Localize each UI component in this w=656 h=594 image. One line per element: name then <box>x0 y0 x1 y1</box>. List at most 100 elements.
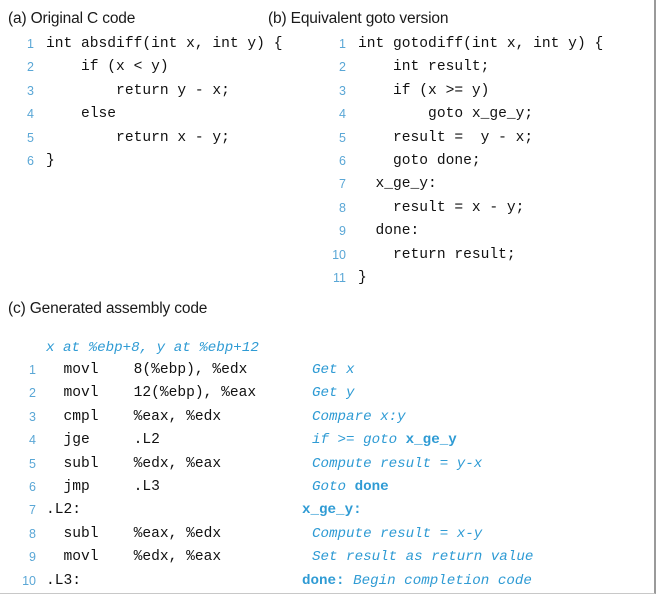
code-text: movl 12(%ebp), %eax <box>46 385 257 402</box>
figure-container: (a) Original C code (b) Equivalent goto … <box>0 0 656 594</box>
code-row: 6 goto done; <box>324 150 644 173</box>
code-row: 7 .L2: x_ge_y: <box>12 499 652 522</box>
line-number: 1 <box>27 37 34 51</box>
line-number: 3 <box>29 409 36 424</box>
line-number: 8 <box>29 526 36 541</box>
code-comment: Compute result = x-y <box>312 523 482 546</box>
code-text: jmp .L3 <box>46 478 160 495</box>
panel-b-heading: (b) Equivalent goto version <box>268 10 449 27</box>
code-row: 4 else <box>12 103 312 126</box>
panel-c-register-annotation: x at %ebp+8, y at %ebp+12 <box>46 340 259 356</box>
line-number: 4 <box>29 433 36 448</box>
code-text: done: <box>358 223 420 240</box>
code-text: if (x >= y) <box>358 82 490 99</box>
code-row: 8 result = x - y; <box>324 197 644 220</box>
line-number: 2 <box>29 386 36 401</box>
code-text: if (x < y) <box>46 59 169 76</box>
code-text: int result; <box>358 59 490 76</box>
line-number: 3 <box>339 83 346 98</box>
line-number: 9 <box>29 550 36 565</box>
code-row: 10 .L3: done: Begin completion code <box>12 570 652 593</box>
code-row: 1 movl 8(%ebp), %edx Get x <box>12 359 652 382</box>
line-number: 6 <box>339 153 346 168</box>
line-number: 7 <box>339 177 346 192</box>
code-comment: done: Begin completion code <box>302 570 532 593</box>
line-number: 6 <box>29 479 36 494</box>
comment-segment: Compute result = x-y <box>312 525 483 542</box>
line-number: 3 <box>27 83 34 98</box>
code-text: movl %edx, %eax <box>46 549 222 566</box>
code-row: 8 subl %eax, %edx Compute result = x-y <box>12 523 652 546</box>
code-comment: Compare x:y <box>312 406 406 429</box>
line-number: 4 <box>339 107 346 122</box>
panel-b-code-listing: 1 int gotodiff(int x, int y) {2 int resul… <box>324 33 644 290</box>
code-text: .L2: <box>46 502 82 519</box>
code-text: movl 8(%ebp), %edx <box>46 362 248 378</box>
code-text: goto x_ge_y; <box>358 106 534 123</box>
code-text: int gotodiff(int x, int y) { <box>358 36 604 52</box>
line-number: 7 <box>29 503 36 518</box>
code-row: 4 goto x_ge_y; <box>324 103 644 126</box>
panel-c-assembly-listing: 1 movl 8(%ebp), %edx Get x 2 movl 12(%ebp)… <box>12 359 652 593</box>
comment-segment: Get y <box>312 385 355 402</box>
comment-segment: Compute result = y-x <box>312 455 483 472</box>
line-number: 2 <box>27 60 34 75</box>
comment-segment: Goto <box>312 478 355 495</box>
code-row: 7 x_ge_y: <box>324 173 644 196</box>
line-number: 11 <box>333 270 346 285</box>
code-text: jge .L2 <box>46 432 160 449</box>
code-comment: Compute result = y-x <box>312 453 482 476</box>
code-text: subl %eax, %edx <box>46 525 222 542</box>
code-comment: x_ge_y: <box>302 499 362 522</box>
code-text: x_ge_y: <box>358 176 437 193</box>
code-text: return y - x; <box>46 82 230 99</box>
code-row: 5 return x - y; <box>12 127 312 150</box>
comment-segment: Compare x:y <box>312 408 406 425</box>
line-number: 10 <box>22 573 36 588</box>
line-number: 5 <box>29 456 36 471</box>
code-row: 4 jge .L2 if >= goto x_ge_y <box>12 429 652 452</box>
comment-segment: if >= goto <box>312 432 406 449</box>
code-row: 1 int absdiff(int x, int y) { <box>12 33 312 56</box>
code-row: 6 jmp .L3 Goto done <box>12 476 652 499</box>
line-number: 5 <box>339 130 346 145</box>
code-row: 11} <box>324 267 644 290</box>
line-number: 8 <box>339 200 346 215</box>
code-comment: Get y <box>312 382 355 405</box>
code-text: } <box>46 152 55 169</box>
code-row: 6} <box>12 150 312 173</box>
code-row: 5 result = y - x; <box>324 127 644 150</box>
code-comment: if >= goto x_ge_y <box>312 429 457 452</box>
code-text: else <box>46 106 117 123</box>
code-row: 9 movl %edx, %eax Set result as return va… <box>12 546 652 569</box>
line-number: 1 <box>29 363 36 377</box>
comment-segment: Set result as return value <box>312 549 534 566</box>
code-row: 2 int result; <box>324 56 644 79</box>
code-row: 10 return result; <box>324 244 644 267</box>
code-text: int absdiff(int x, int y) { <box>46 36 283 52</box>
line-number: 5 <box>27 130 34 145</box>
code-text: .L3: <box>46 572 82 589</box>
panel-c-heading: (c) Generated assembly code <box>8 300 208 317</box>
comment-segment: done: <box>302 572 354 589</box>
code-text: result = y - x; <box>358 129 534 146</box>
code-row: 5 subl %edx, %eax Compute result = y-x <box>12 453 652 476</box>
panel-a-heading: (a) Original C code <box>8 10 136 27</box>
code-text: result = x - y; <box>358 199 525 216</box>
code-row: 3 return y - x; <box>12 80 312 103</box>
code-text: } <box>358 269 367 286</box>
code-text: cmpl %eax, %edx <box>46 408 222 425</box>
line-number: 6 <box>27 153 34 168</box>
code-row: 2 movl 12(%ebp), %eax Get y <box>12 382 652 405</box>
code-row: 9 done: <box>324 220 644 243</box>
code-row: 2 if (x < y) <box>12 56 312 79</box>
code-text: return x - y; <box>46 129 230 146</box>
line-number: 10 <box>332 247 346 262</box>
comment-segment: done <box>354 478 389 495</box>
panel-a-code-listing: 1 int absdiff(int x, int y) { 2 if (x < y)… <box>12 33 312 173</box>
code-text: subl %edx, %eax <box>46 455 222 472</box>
code-comment: Goto done <box>312 476 389 499</box>
line-number: 4 <box>27 107 34 122</box>
code-comment: Get x <box>312 359 355 382</box>
comment-segment: x_ge_y <box>405 432 457 449</box>
